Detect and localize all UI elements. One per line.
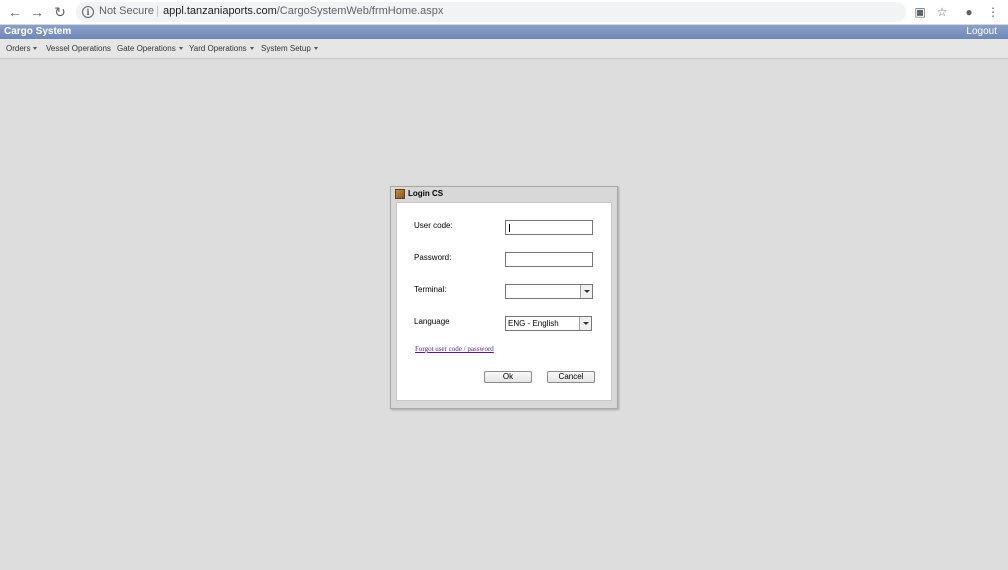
menu-item-gate-operations[interactable]: Gate Operations [117, 44, 183, 53]
cancel-button[interactable]: Cancel [547, 371, 595, 383]
dialog-title-bar[interactable]: Login CS [391, 187, 617, 201]
chevron-down-icon[interactable] [580, 285, 592, 298]
terminal-select[interactable] [505, 284, 593, 299]
menu-item-label: Vessel Operations [46, 44, 111, 53]
user-code-label: User code: [414, 221, 453, 230]
dialog-body: User code: Password: Terminal: Language … [396, 202, 612, 401]
text-cursor [509, 224, 510, 232]
forgot-credentials-link[interactable]: Forgot user code / password [415, 345, 494, 353]
menu-item-orders[interactable]: Orders [6, 44, 38, 53]
app-title: Cargo System [4, 26, 72, 37]
login-dialog: Login CS User code: Password: Terminal: … [390, 186, 618, 409]
package-icon [395, 189, 405, 199]
dialog-title: Login CS [408, 189, 444, 198]
chevron-down-icon [33, 47, 38, 51]
main-menu: Orders Vessel Operations Gate Operations… [0, 39, 1008, 59]
star-icon[interactable]: ☆ [936, 6, 948, 18]
url-domain: appl.tanzaniaports.com [163, 5, 277, 17]
translate-icon[interactable]: ▣ [914, 6, 926, 18]
url-separator: | [156, 5, 159, 17]
menu-item-label: Gate Operations [117, 44, 176, 53]
chevron-down-icon [249, 47, 254, 51]
url-path: /CargoSystemWeb/frmHome.aspx [276, 5, 444, 17]
forward-arrow-icon[interactable]: → [29, 4, 45, 20]
password-label: Password: [414, 253, 452, 262]
chevron-down-icon [313, 47, 318, 51]
menu-item-label: Yard Operations [189, 44, 247, 53]
menu-item-system-setup[interactable]: System Setup [261, 44, 318, 53]
browser-toolbar: ← → ↻ i Not Secure | appl.tanzaniaports.… [0, 0, 1008, 25]
kebab-menu-icon[interactable]: ⋮ [987, 6, 999, 18]
address-bar[interactable]: i Not Secure | appl.tanzaniaports.com/Ca… [76, 2, 906, 22]
menu-item-vessel-operations[interactable]: Vessel Operations [46, 44, 111, 53]
extension-icon[interactable]: ● [963, 6, 975, 18]
url-text[interactable]: appl.tanzaniaports.com/CargoSystemWeb/fr… [163, 5, 443, 17]
menu-item-label: System Setup [261, 44, 311, 53]
chevron-down-icon [178, 47, 183, 51]
logout-link[interactable]: Logout [966, 25, 997, 39]
chevron-down-icon[interactable] [579, 317, 591, 330]
user-code-input[interactable] [505, 220, 593, 235]
language-label: Language [414, 317, 450, 326]
security-label[interactable]: Not Secure [99, 5, 154, 17]
password-input[interactable] [505, 252, 593, 267]
app-header: Cargo System Logout [0, 25, 1008, 39]
language-select-value: ENG - English [508, 319, 559, 328]
ok-button[interactable]: Ok [484, 371, 532, 383]
menu-item-label: Orders [6, 44, 31, 53]
back-arrow-icon[interactable]: ← [7, 4, 23, 20]
terminal-label: Terminal: [414, 285, 447, 294]
menu-item-yard-operations[interactable]: Yard Operations [189, 44, 254, 53]
reload-icon[interactable]: ↻ [52, 4, 68, 20]
info-icon[interactable]: i [82, 6, 94, 18]
language-select[interactable]: ENG - English [505, 316, 592, 331]
